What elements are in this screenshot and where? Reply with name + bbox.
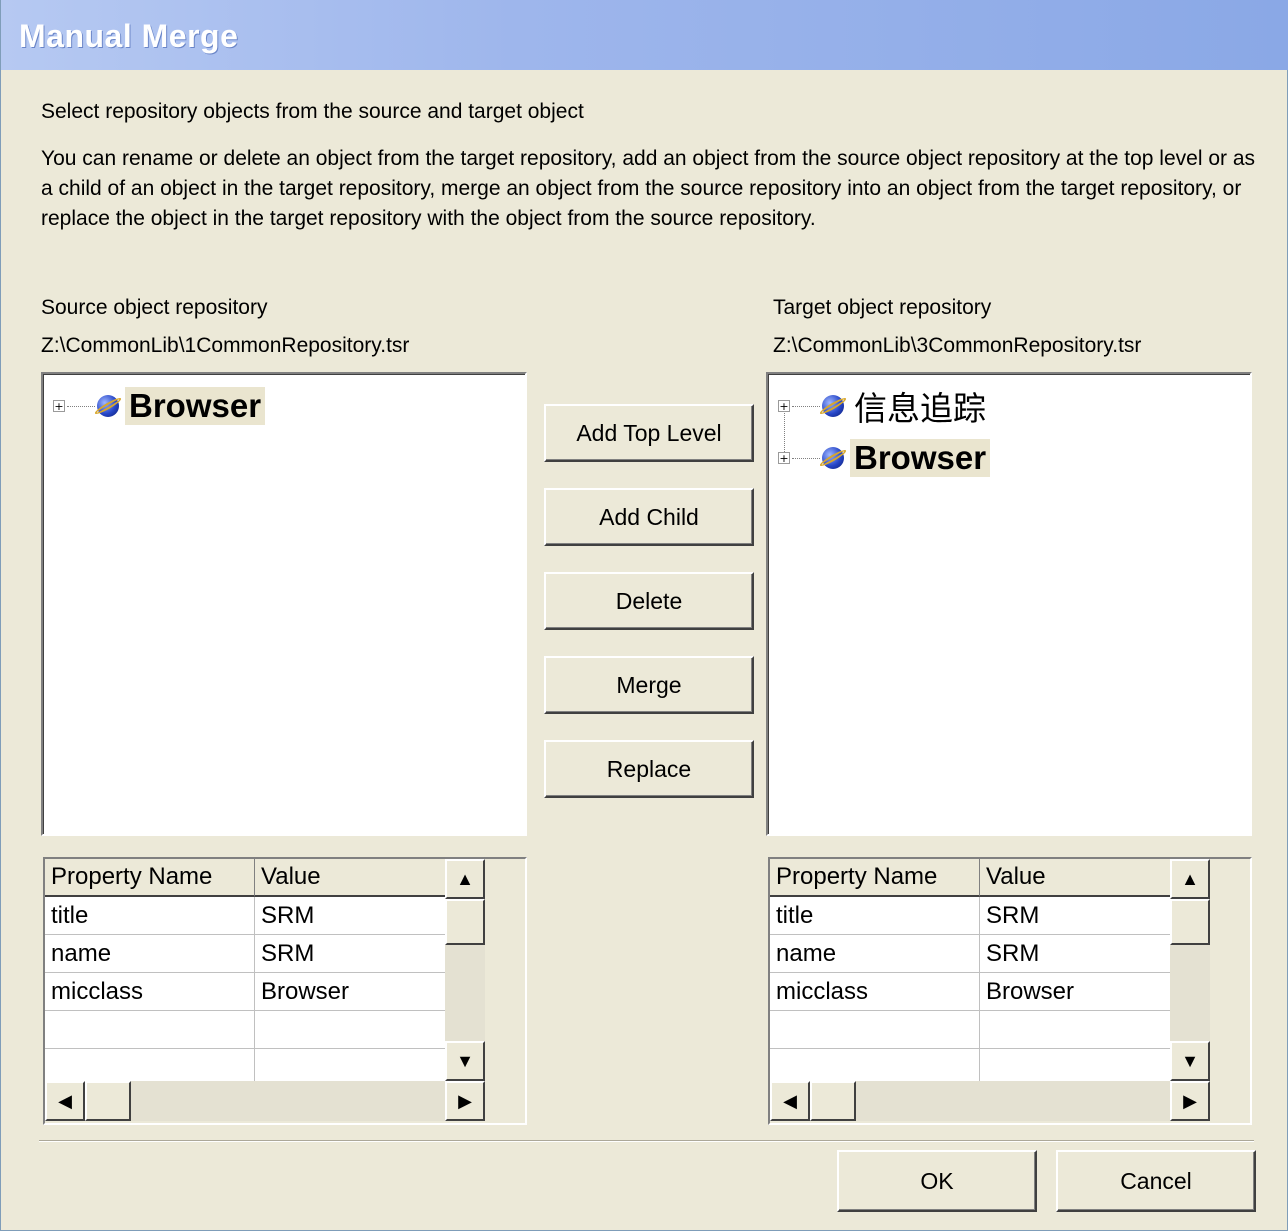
scroll-track[interactable] <box>810 1081 1170 1121</box>
replace-button[interactable]: Replace <box>544 740 754 798</box>
expand-icon[interactable]: + <box>53 400 65 412</box>
tree-connector <box>792 405 820 407</box>
globe-icon <box>822 447 844 469</box>
source-repo-path: Z:\CommonLib\1CommonRepository.tsr <box>41 334 410 357</box>
footer-separator <box>39 1140 1254 1142</box>
tree-connector <box>792 457 820 459</box>
scroll-thumb[interactable] <box>445 899 485 945</box>
window-title: Manual Merge <box>19 18 239 54</box>
tree-node[interactable]: + Browser <box>53 384 266 428</box>
scroll-left-icon[interactable]: ◀ <box>45 1081 85 1121</box>
scroll-down-icon[interactable]: ▼ <box>1170 1041 1210 1081</box>
merge-button[interactable]: Merge <box>544 656 754 714</box>
source-property-grid[interactable]: Property Name Value title SRM name SRM m… <box>43 857 527 1125</box>
cancel-button[interactable]: Cancel <box>1056 1150 1256 1212</box>
scroll-down-icon[interactable]: ▼ <box>445 1041 485 1081</box>
grid-cell-property[interactable]: micclass <box>770 973 980 1011</box>
grid-cell-property[interactable]: name <box>45 935 255 973</box>
tree-node[interactable]: + 信息追踪 <box>778 384 990 428</box>
manual-merge-dialog: Manual Merge Select repository objects f… <box>0 0 1288 1231</box>
scroll-thumb[interactable] <box>1170 899 1210 945</box>
source-object-tree[interactable]: + Browser <box>41 372 527 836</box>
grid-cell-property[interactable]: name <box>770 935 980 973</box>
scroll-thumb[interactable] <box>810 1081 856 1121</box>
column-header-property-name[interactable]: Property Name <box>45 859 255 897</box>
globe-icon <box>822 395 844 417</box>
scroll-right-icon[interactable]: ▶ <box>1170 1081 1210 1121</box>
horizontal-scrollbar[interactable]: ◀ ▶ <box>770 1081 1210 1121</box>
vertical-scrollbar[interactable]: ▲ ▼ <box>445 859 485 1081</box>
scroll-track[interactable] <box>85 1081 445 1121</box>
grid-body: Property Name Value title SRM name SRM m… <box>770 859 1210 1081</box>
expand-icon[interactable]: + <box>778 452 790 464</box>
expand-icon[interactable]: + <box>778 400 790 412</box>
delete-button[interactable]: Delete <box>544 572 754 630</box>
ok-button[interactable]: OK <box>837 1150 1037 1212</box>
vertical-scrollbar[interactable]: ▲ ▼ <box>1170 859 1210 1081</box>
tree-node-label[interactable]: Browser <box>125 387 266 425</box>
horizontal-scrollbar[interactable]: ◀ ▶ <box>45 1081 485 1121</box>
scroll-up-icon[interactable]: ▲ <box>1170 859 1210 899</box>
target-repo-label: Target object repository <box>773 296 992 319</box>
tree-node-label[interactable]: Browser <box>850 439 991 477</box>
instruction-heading: Select repository objects from the sourc… <box>41 100 584 123</box>
scroll-right-icon[interactable]: ▶ <box>445 1081 485 1121</box>
scroll-up-icon[interactable]: ▲ <box>445 859 485 899</box>
column-header-property-name[interactable]: Property Name <box>770 859 980 897</box>
grid-cell-property[interactable]: title <box>45 897 255 935</box>
tree-connector <box>67 405 95 407</box>
add-top-level-button[interactable]: Add Top Level <box>544 404 754 462</box>
instruction-paragraph: You can rename or delete an object from … <box>41 147 1256 230</box>
grid-cell-property[interactable] <box>770 1011 980 1049</box>
tree-node[interactable]: + Browser <box>778 436 991 480</box>
tree-node-label[interactable]: 信息追踪 <box>850 382 990 430</box>
target-object-tree[interactable]: + 信息追踪 + Browser <box>766 372 1252 836</box>
source-repo-label: Source object repository <box>41 296 268 319</box>
title-bar[interactable]: Manual Merge <box>1 0 1288 70</box>
grid-cell-property[interactable]: micclass <box>45 973 255 1011</box>
grid-cell-property[interactable] <box>45 1049 255 1081</box>
target-property-grid[interactable]: Property Name Value title SRM name SRM m… <box>768 857 1252 1125</box>
scroll-thumb[interactable] <box>85 1081 131 1121</box>
scroll-left-icon[interactable]: ◀ <box>770 1081 810 1121</box>
grid-cell-property[interactable] <box>45 1011 255 1049</box>
target-repo-path: Z:\CommonLib\3CommonRepository.tsr <box>773 334 1142 357</box>
add-child-button[interactable]: Add Child <box>544 488 754 546</box>
grid-body: Property Name Value title SRM name SRM m… <box>45 859 485 1081</box>
grid-cell-property[interactable]: title <box>770 897 980 935</box>
grid-cell-property[interactable] <box>770 1049 980 1081</box>
globe-icon <box>97 395 119 417</box>
